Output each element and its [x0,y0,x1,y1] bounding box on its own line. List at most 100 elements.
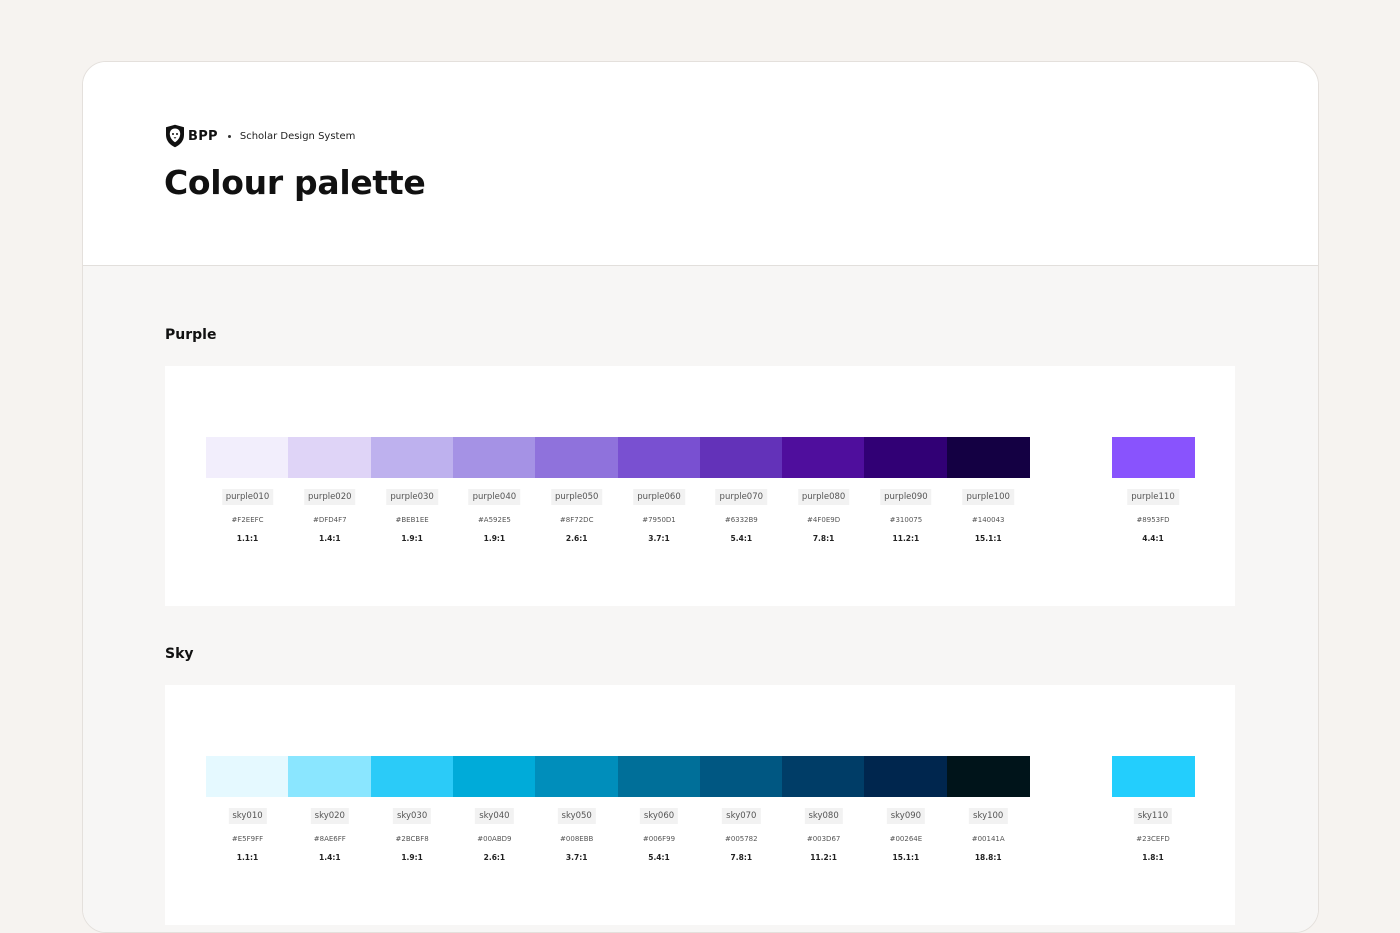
swatch-hex-value: #7950D1 [642,516,676,524]
sky-palette-panel: sky010 #E5F9FF 1.1:1 sky020 #8AE6FF 1.4:1 sky0… [165,685,1235,925]
swatch-contrast-ratio: 5.4:1 [730,534,753,543]
color-swatch [288,756,372,797]
section-title-purple: Purple [165,327,217,343]
swatch-hex-value: #6332B9 [724,516,758,524]
swatch-hex-value: #8AE6FF [313,835,346,843]
swatch-contrast-ratio: 15.1:1 [974,534,1002,543]
color-swatch [535,756,619,797]
swatch-contrast-ratio: 1.9:1 [483,534,506,543]
swatch-sky100: sky100 #00141A 18.8:1 [946,756,1030,862]
swatch-contrast-ratio: 3.7:1 [648,534,670,543]
swatch-name-tag: purple090 [880,489,932,505]
color-swatch [1111,756,1195,797]
color-swatch [452,437,536,478]
swatch-hex-value: #005782 [725,835,758,843]
swatch-purple070: purple070 #6332B9 5.4:1 [699,437,783,543]
swatch-contrast-ratio: 2.6:1 [565,534,588,543]
palette-content: Purple purple010 #F2EEFC 1.1:1 purple020 #DF… [83,266,1318,932]
page-header: BPP Scholar Design System Colour palette [83,62,1318,266]
purple-palette-panel: purple010 #F2EEFC 1.1:1 purple020 #DFD4F7 1.4… [165,366,1235,606]
brand: BPP Scholar Design System [165,124,355,148]
swatch-name-tag: sky100 [969,808,1008,824]
color-swatch [617,437,701,478]
swatch-name-tag: sky060 [639,808,679,824]
lion-shield-icon [166,124,184,148]
color-swatch [864,437,948,478]
swatch-name-tag: sky090 [886,808,926,824]
swatch-name-tag: purple040 [468,489,521,505]
swatch-contrast-ratio: 1.4:1 [319,534,341,543]
swatch-contrast-ratio: 1.1:1 [236,534,259,543]
swatch-hex-value: #008EBB [560,835,594,843]
swatch-hex-value: #23CEFD [1136,835,1170,843]
swatch-hex-value: #140043 [971,516,1005,524]
swatch-sky010: sky010 #E5F9FF 1.1:1 [206,756,289,862]
swatch-sky050: sky050 #008EBB 3.7:1 [535,756,619,862]
color-swatch [617,756,701,797]
color-swatch [864,756,948,797]
swatch-name-tag: sky020 [310,808,349,824]
swatch-name-tag: sky110 [1133,808,1173,824]
swatch-contrast-ratio: 1.9:1 [401,534,423,543]
swatch-name-tag: purple060 [633,489,685,505]
swatch-purple050: purple050 #8F72DC 2.6:1 [535,437,619,543]
swatch-sky080: sky080 #003D67 11.2:1 [782,756,866,862]
swatch-hex-value: #BEB1EE [395,516,429,524]
swatch-hex-value: #003D67 [806,835,841,843]
swatch-contrast-ratio: 5.4:1 [648,853,670,862]
swatch-name-tag: sky070 [722,808,761,824]
color-swatch [1111,437,1195,478]
swatch-contrast-ratio: 11.2:1 [810,853,837,862]
color-swatch [782,437,866,478]
swatch-sky110: sky110 #23CEFD 1.8:1 [1111,756,1195,862]
swatch-name-tag: purple050 [550,489,603,505]
swatch-purple090: purple090 #310075 11.2:1 [864,437,948,543]
purple-swatch-row: purple010 #F2EEFC 1.1:1 purple020 #DFD4F7 1.4… [206,437,1206,543]
swatch-sky030: sky030 #2BCBF8 1.9:1 [370,756,454,862]
logo-text: BPP [188,128,218,144]
swatch-contrast-ratio: 15.1:1 [892,853,920,862]
swatch-name-tag: purple020 [304,489,356,505]
palette-card: BPP Scholar Design System Colour palette… [82,61,1319,933]
color-swatch [370,437,454,478]
color-swatch [452,756,536,797]
swatch-purple010: purple010 #F2EEFC 1.1:1 [206,437,289,543]
sky-swatch-row: sky010 #E5F9FF 1.1:1 sky020 #8AE6FF 1.4:1 sky0… [206,756,1206,862]
color-swatch [206,437,289,478]
color-swatch [206,756,289,797]
swatch-hex-value: #F2EEFC [231,516,264,524]
swatch-purple100: purple100 #140043 15.1:1 [946,437,1030,543]
swatch-name-tag: purple070 [715,489,768,505]
swatch-hex-value: #006F99 [642,835,676,843]
swatch-name-tag: sky040 [475,808,514,824]
swatch-contrast-ratio: 7.8:1 [812,534,835,543]
swatch-hex-value: #DFD4F7 [312,516,347,524]
swatch-hex-value: #00ABD9 [477,835,512,843]
swatch-purple030: purple030 #BEB1EE 1.9:1 [370,437,454,543]
swatch-hex-value: #4F0E9D [807,516,841,524]
swatch-hex-value: #2BCBF8 [395,835,429,843]
swatch-contrast-ratio: 11.2:1 [892,534,920,543]
swatch-purple020: purple020 #DFD4F7 1.4:1 [288,437,372,543]
swatch-purple110: purple110 #8953FD 4.4:1 [1111,437,1195,543]
swatch-contrast-ratio: 1.1:1 [236,853,259,862]
color-swatch [782,756,866,797]
swatch-sky060: sky060 #006F99 5.4:1 [617,756,701,862]
swatch-hex-value: #00264E [889,835,923,843]
swatch-contrast-ratio: 4.4:1 [1142,534,1164,543]
swatch-hex-value: #310075 [889,516,923,524]
color-swatch [535,437,619,478]
swatch-purple060: purple060 #7950D1 3.7:1 [617,437,701,543]
swatch-contrast-ratio: 3.7:1 [565,853,588,862]
swatch-purple080: purple080 #4F0E9D 7.8:1 [782,437,866,543]
swatch-name-tag: purple110 [1127,489,1179,505]
swatch-hex-value: #8F72DC [559,516,594,524]
swatch-sky020: sky020 #8AE6FF 1.4:1 [288,756,372,862]
section-title-sky: Sky [165,646,194,662]
swatch-contrast-ratio: 1.4:1 [319,853,341,862]
swatch-name-tag: purple080 [797,489,850,505]
color-swatch [370,756,454,797]
swatch-purple040: purple040 #A592E5 1.9:1 [452,437,536,543]
swatch-name-tag: sky080 [804,808,843,824]
swatch-sky040: sky040 #00ABD9 2.6:1 [452,756,536,862]
